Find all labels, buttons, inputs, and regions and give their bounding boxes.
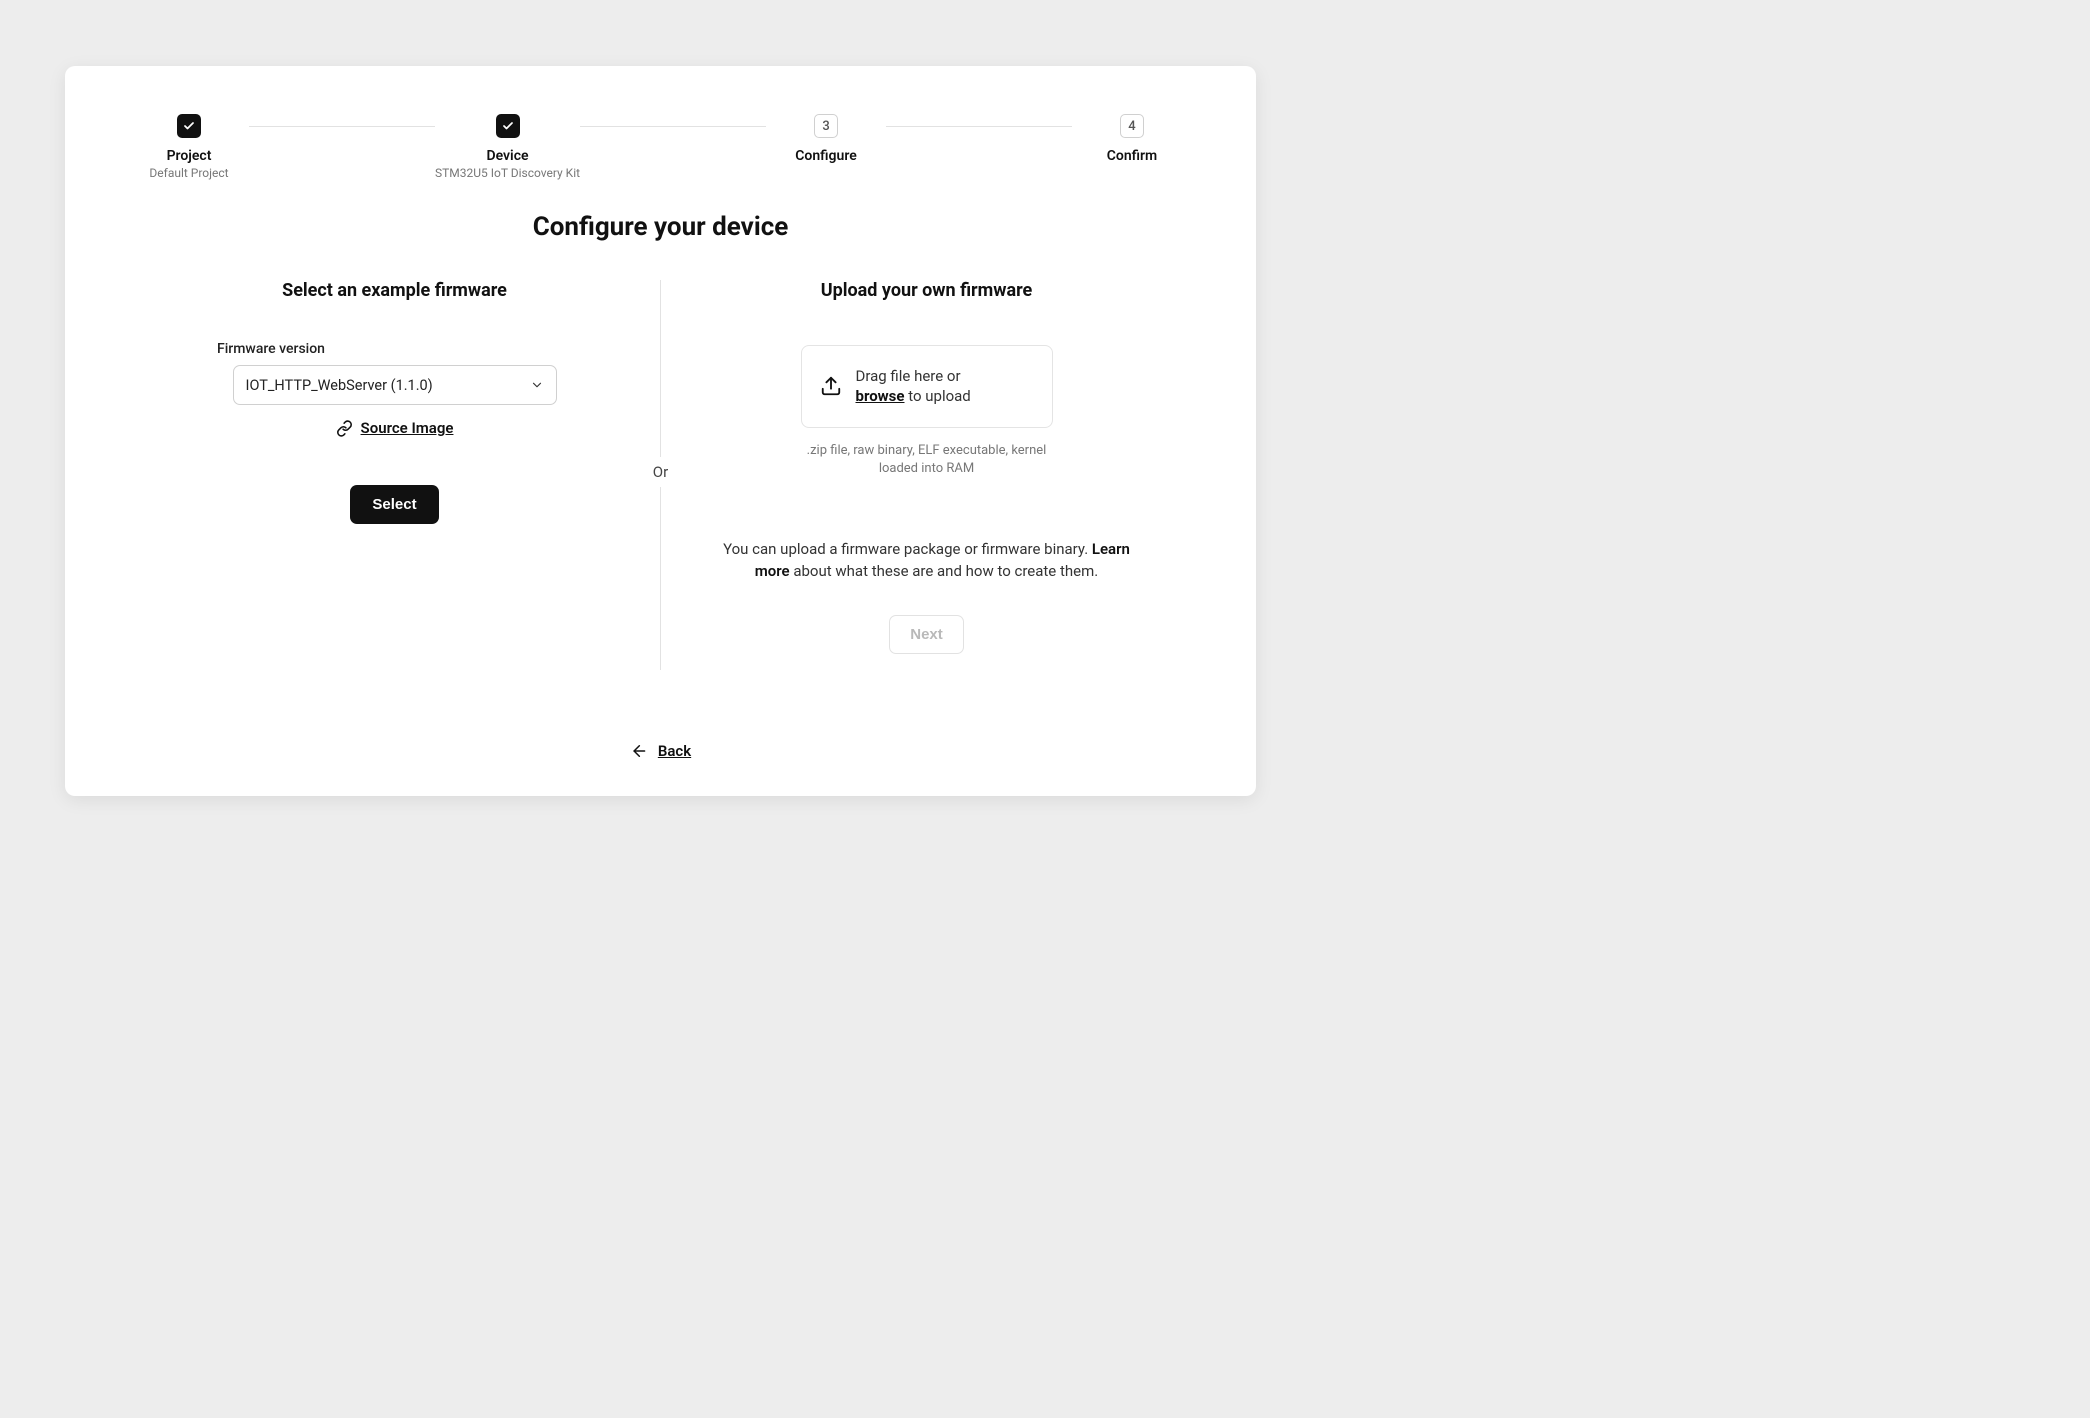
- firmware-version-value: IOT_HTTP_WebServer (1.1.0): [246, 377, 433, 394]
- step-sublabel: Default Project: [149, 166, 228, 180]
- check-icon: [177, 114, 201, 138]
- upload-firmware-heading: Upload your own firmware: [821, 280, 1033, 301]
- step-connector: [249, 126, 435, 127]
- step-number: 3: [814, 114, 838, 138]
- step-number: 4: [1120, 114, 1144, 138]
- step-connector: [580, 126, 766, 127]
- upload-hint: .zip file, raw binary, ELF executable, k…: [797, 442, 1057, 478]
- back-button[interactable]: Back: [630, 742, 691, 760]
- step-sublabel: STM32U5 IoT Discovery Kit: [435, 166, 580, 180]
- step-configure[interactable]: 3 Configure: [766, 114, 886, 164]
- step-label: Configure: [795, 148, 856, 164]
- browse-link[interactable]: browse: [856, 387, 905, 405]
- dropzone-text: Drag file here or browse to upload: [856, 366, 971, 407]
- step-confirm[interactable]: 4 Confirm: [1072, 114, 1192, 164]
- select-firmware-heading: Select an example firmware: [282, 280, 507, 301]
- firmware-version-label: Firmware version: [217, 341, 325, 357]
- select-button[interactable]: Select: [350, 485, 438, 524]
- next-button[interactable]: Next: [889, 615, 964, 654]
- chevron-down-icon: [530, 378, 544, 392]
- arrow-left-icon: [630, 742, 648, 760]
- stepper: Project Default Project Device STM32U5 I…: [129, 114, 1192, 180]
- upload-firmware-column: Upload your own firmware Drag file here …: [661, 280, 1192, 670]
- or-label: Or: [649, 457, 672, 487]
- step-label: Project: [167, 148, 212, 164]
- upload-dropzone[interactable]: Drag file here or browse to upload: [801, 345, 1053, 428]
- step-label: Confirm: [1107, 148, 1157, 164]
- check-icon: [496, 114, 520, 138]
- step-project[interactable]: Project Default Project: [129, 114, 249, 180]
- firmware-version-select[interactable]: IOT_HTTP_WebServer (1.1.0): [233, 365, 557, 405]
- upload-description: You can upload a firmware package or fir…: [723, 538, 1131, 583]
- step-label: Device: [486, 148, 528, 164]
- upload-icon: [820, 375, 842, 397]
- step-connector: [886, 126, 1072, 127]
- back-label: Back: [658, 742, 691, 760]
- source-image-link[interactable]: Source Image: [336, 419, 454, 437]
- column-divider: Or: [660, 280, 661, 670]
- page-title: Configure your device: [129, 212, 1192, 242]
- step-device[interactable]: Device STM32U5 IoT Discovery Kit: [435, 114, 580, 180]
- select-firmware-column: Select an example firmware Firmware vers…: [129, 280, 660, 670]
- wizard-card: Project Default Project Device STM32U5 I…: [65, 66, 1256, 796]
- source-image-text: Source Image: [361, 419, 454, 437]
- columns: Select an example firmware Firmware vers…: [129, 280, 1192, 670]
- link-icon: [336, 420, 353, 437]
